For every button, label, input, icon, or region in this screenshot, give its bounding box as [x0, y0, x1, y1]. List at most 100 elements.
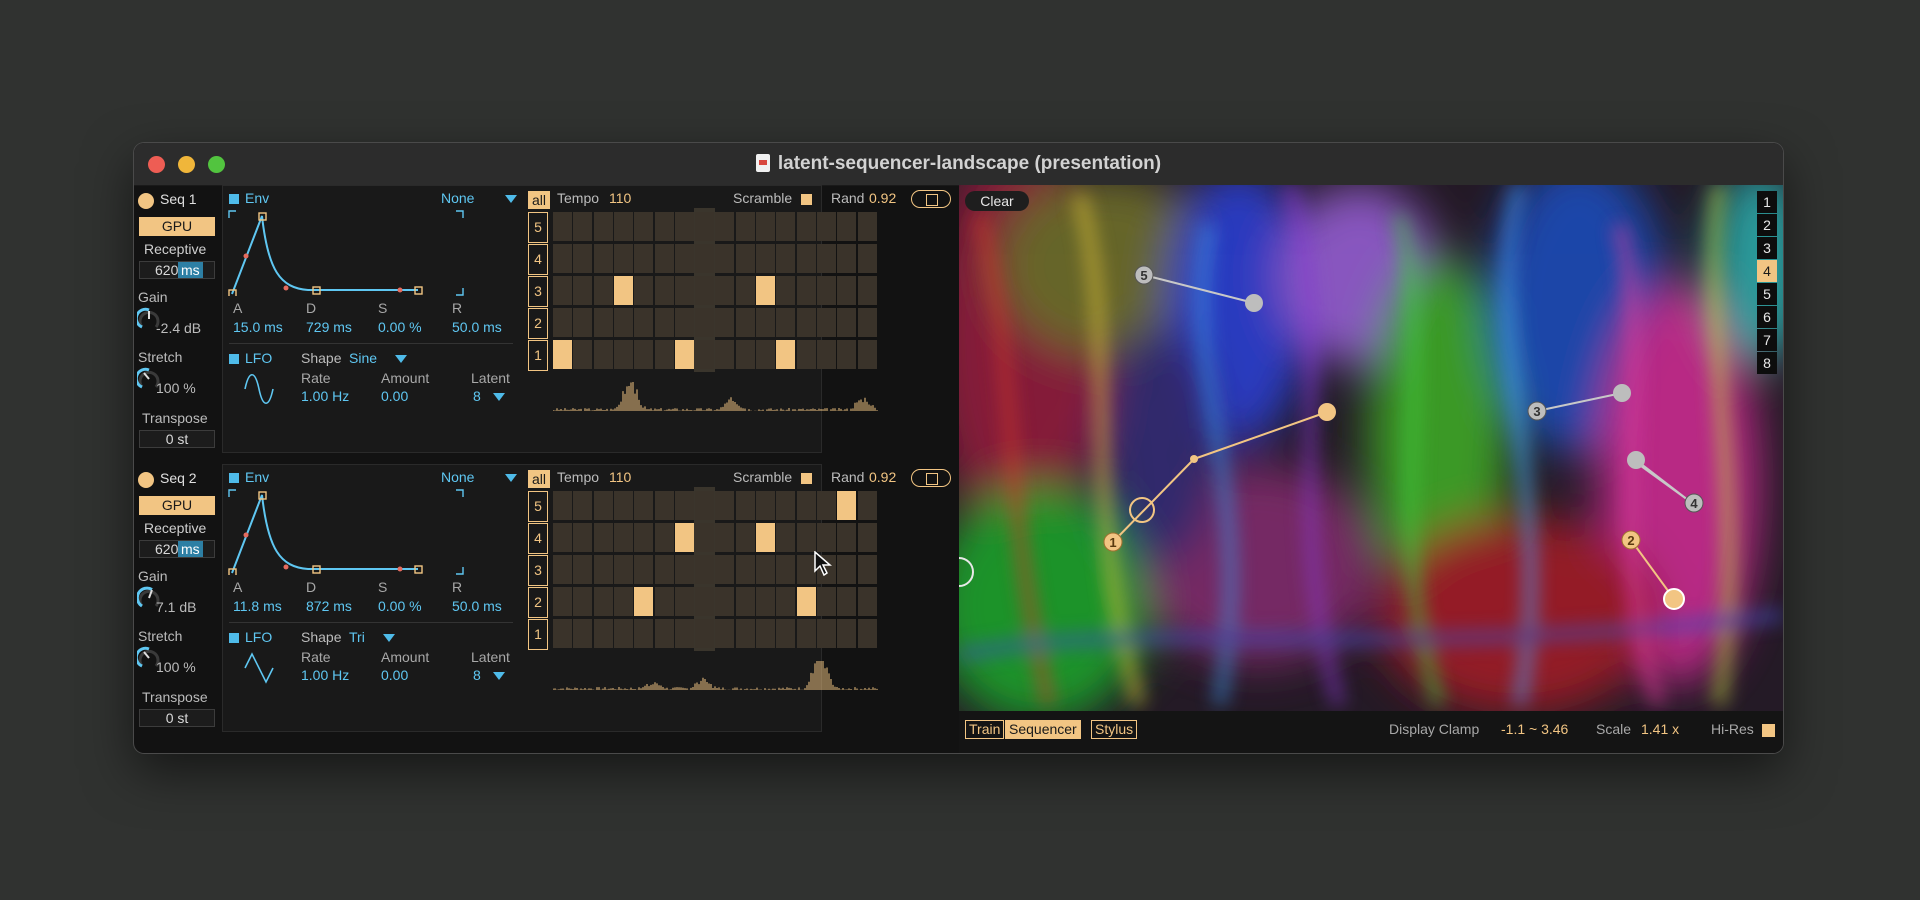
seq1-step-cell[interactable]: [776, 212, 796, 241]
seq1-step-cell[interactable]: [654, 244, 674, 273]
seq2-lfo-rate[interactable]: 1.00 Hz: [301, 667, 349, 683]
seq2-step-cell[interactable]: [776, 587, 796, 616]
seq2-step-cell[interactable]: [634, 555, 654, 584]
seq1-enable-led[interactable]: [138, 193, 154, 209]
seq1-step-cell[interactable]: [735, 244, 755, 273]
seq1-lfo-toggle[interactable]: [229, 354, 239, 364]
seq2-step-cell[interactable]: [715, 619, 735, 648]
seq1-row-label-3[interactable]: 3: [528, 276, 548, 307]
seq1-env-toggle[interactable]: [229, 194, 239, 204]
seq1-step-cell[interactable]: [634, 276, 654, 305]
seq1-step-cell[interactable]: [695, 244, 715, 273]
seq1-step-cell[interactable]: [756, 276, 775, 305]
layer-button-2[interactable]: 2: [1757, 214, 1777, 236]
seq2-row-label-5[interactable]: 5: [528, 491, 548, 522]
seq2-step-cell[interactable]: [735, 491, 755, 520]
seq1-step-cell[interactable]: [816, 340, 836, 369]
seq1-step-cell[interactable]: [573, 276, 593, 305]
seq2-lfo-toggle[interactable]: [229, 633, 239, 643]
clear-button[interactable]: Clear: [965, 191, 1029, 211]
seq1-step-cell[interactable]: [837, 308, 857, 337]
seq2-step-cell[interactable]: [593, 523, 613, 552]
seq2-step-cell[interactable]: [695, 619, 715, 648]
seq1-step-cell[interactable]: [857, 244, 877, 273]
seq2-envelope-graph[interactable]: [228, 489, 464, 575]
seq2-step-cell[interactable]: [654, 555, 674, 584]
seq2-step-cell[interactable]: [613, 587, 633, 616]
seq2-step-cell[interactable]: [553, 619, 572, 648]
seq1-tempo-value[interactable]: 110: [609, 190, 631, 206]
seq1-step-cell[interactable]: [776, 308, 796, 337]
seq1-step-cell[interactable]: [715, 244, 735, 273]
seq2-lfo-shape-dropdown-icon[interactable]: [383, 634, 395, 642]
seq1-step-cell[interactable]: [553, 244, 572, 273]
seq2-step-cell[interactable]: [776, 491, 796, 520]
seq2-step-cell[interactable]: [837, 555, 857, 584]
seq1-step-cell[interactable]: [573, 308, 593, 337]
layer-button-6[interactable]: 6: [1757, 306, 1777, 328]
layer-button-3[interactable]: 3: [1757, 237, 1777, 259]
seq2-step-cell[interactable]: [715, 555, 735, 584]
seq1-step-cell[interactable]: [816, 244, 836, 273]
seq1-env-attack[interactable]: 15.0 ms: [233, 319, 283, 335]
seq2-step-cell[interactable]: [674, 587, 694, 616]
seq2-step-cell[interactable]: [796, 619, 816, 648]
seq1-env-mode-dropdown-icon[interactable]: [505, 195, 517, 203]
seq1-step-cell[interactable]: [735, 340, 755, 369]
seq2-step-cell[interactable]: [613, 523, 633, 552]
seq2-step-cell[interactable]: [573, 619, 593, 648]
seq1-step-grid[interactable]: [553, 208, 878, 377]
seq2-rand-value[interactable]: 0.92: [869, 469, 896, 485]
seq1-step-cell[interactable]: [593, 340, 613, 369]
seq2-step-cell[interactable]: [573, 555, 593, 584]
seq2-step-cell[interactable]: [654, 523, 674, 552]
seq1-step-cell[interactable]: [756, 308, 775, 337]
seq1-lfo-shape-dropdown-icon[interactable]: [395, 355, 407, 363]
seq2-env-attack[interactable]: 11.8 ms: [233, 598, 282, 614]
seq1-step-cell[interactable]: [654, 340, 674, 369]
seq1-step-cell[interactable]: [674, 276, 694, 305]
seq2-step-cell[interactable]: [796, 523, 816, 552]
seq1-step-cell[interactable]: [756, 244, 775, 273]
seq2-step-cell[interactable]: [857, 555, 877, 584]
seq2-lfo-amount[interactable]: 0.00: [381, 667, 408, 683]
seq2-step-cell[interactable]: [553, 523, 572, 552]
seq1-step-cell[interactable]: [593, 276, 613, 305]
seq2-step-cell[interactable]: [756, 587, 775, 616]
seq1-step-cell[interactable]: [695, 308, 715, 337]
seq1-step-cell[interactable]: [613, 308, 633, 337]
seq1-step-cell[interactable]: [613, 276, 633, 305]
seq2-step-cell[interactable]: [553, 587, 572, 616]
seq2-step-cell[interactable]: [837, 491, 857, 520]
seq1-step-cell[interactable]: [573, 244, 593, 273]
seq2-step-cell[interactable]: [816, 491, 836, 520]
seq2-step-cell[interactable]: [816, 523, 836, 552]
seq1-step-cell[interactable]: [573, 212, 593, 241]
tab-stylus[interactable]: Stylus: [1091, 720, 1138, 739]
seq2-env-sustain[interactable]: 0.00 %: [378, 598, 422, 614]
seq2-step-cell[interactable]: [735, 619, 755, 648]
seq1-transpose-field[interactable]: 0 st: [139, 430, 215, 448]
layer-button-1[interactable]: 1: [1757, 191, 1777, 213]
seq2-step-cell[interactable]: [634, 491, 654, 520]
seq1-env-release[interactable]: 50.0 ms: [452, 319, 502, 335]
seq1-step-cell[interactable]: [553, 308, 572, 337]
seq2-step-cell[interactable]: [857, 491, 877, 520]
seq1-lfo-rate[interactable]: 1.00 Hz: [301, 388, 349, 404]
seq1-step-cell[interactable]: [816, 212, 836, 241]
seq1-step-cell[interactable]: [796, 244, 816, 273]
seq1-step-cell[interactable]: [796, 340, 816, 369]
seq2-step-cell[interactable]: [776, 619, 796, 648]
tab-train[interactable]: Train: [965, 720, 1005, 739]
seq1-step-cell[interactable]: [613, 244, 633, 273]
seq2-env-mode[interactable]: None: [441, 469, 474, 485]
layer-button-8[interactable]: 8: [1757, 352, 1777, 374]
seq1-step-cell[interactable]: [634, 244, 654, 273]
seq2-step-cell[interactable]: [695, 587, 715, 616]
seq1-row-label-4[interactable]: 4: [528, 244, 548, 275]
seq1-rand-value[interactable]: 0.92: [869, 190, 896, 206]
latent-landscape-canvas[interactable]: 5 3 4 1 2 Clear 12345678: [959, 185, 1783, 711]
seq1-lfo-latent[interactable]: 8: [473, 388, 481, 404]
seq2-dice-icon[interactable]: [911, 469, 951, 487]
seq1-step-cell[interactable]: [654, 308, 674, 337]
